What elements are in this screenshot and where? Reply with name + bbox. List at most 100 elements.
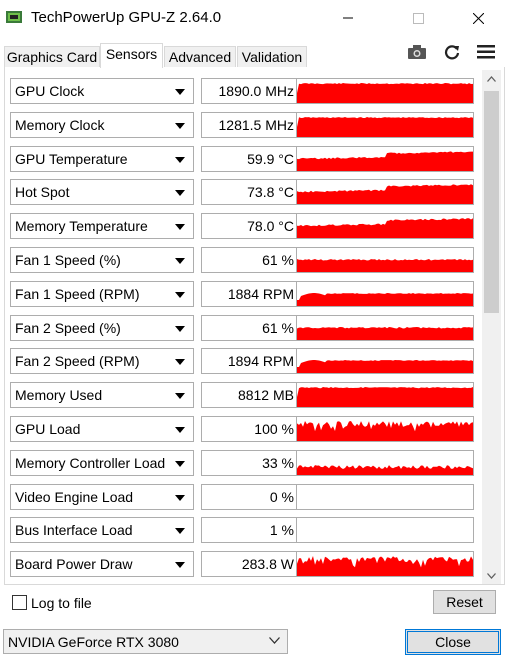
sensor-name: Bus Interface Load <box>15 522 133 539</box>
sensor-value: 1281.5 MHz <box>218 116 294 133</box>
sensor-graph[interactable] <box>296 213 474 240</box>
tab-label: Validation <box>241 49 303 65</box>
minimize-button[interactable] <box>325 0 371 36</box>
sensor-name-dropdown[interactable]: Fan 2 Speed (RPM) <box>10 348 194 375</box>
sensor-graph[interactable] <box>296 416 474 442</box>
screenshot-button[interactable] <box>406 42 428 62</box>
sensor-value: 33 % <box>262 454 294 471</box>
sensor-value-box: 0 % <box>201 483 299 510</box>
sensor-name-dropdown[interactable]: Fan 1 Speed (%) <box>10 247 194 273</box>
sensor-value-box: 33 % <box>201 449 299 476</box>
sensor-name: Memory Clock <box>15 116 105 133</box>
sensor-name-dropdown[interactable]: GPU Clock <box>10 78 194 104</box>
dropdown-arrow-icon <box>175 494 185 501</box>
sensor-name: GPU Load <box>15 421 81 437</box>
sensor-row: Memory Clock 1281.5 MHz <box>10 111 476 140</box>
sensor-value: 1 % <box>269 522 294 539</box>
reset-button[interactable]: Reset <box>433 590 496 614</box>
sensor-value-box: 73.8 °C <box>201 179 299 206</box>
sensor-scrollbar[interactable] <box>482 70 501 584</box>
maximize-button[interactable] <box>395 0 441 36</box>
sensor-row: Bus Interface Load 1 % <box>10 517 476 545</box>
dropdown-arrow-icon <box>175 562 185 569</box>
sensor-name-dropdown[interactable]: Fan 2 Speed (%) <box>10 314 194 341</box>
sensor-graph[interactable] <box>296 145 474 172</box>
sensor-graph-plot <box>297 184 473 205</box>
camera-icon <box>408 45 426 59</box>
scroll-up-button[interactable] <box>482 70 501 87</box>
sensor-name: Hot Spot <box>15 184 70 201</box>
sensor-name-dropdown[interactable]: Memory Temperature <box>10 213 194 240</box>
sensor-row: Hot Spot 73.8 °C <box>10 179 476 207</box>
sensor-graph[interactable] <box>296 348 474 375</box>
scroll-thumb[interactable] <box>484 91 499 313</box>
refresh-button[interactable] <box>441 42 463 62</box>
close-button[interactable]: Close <box>405 629 501 655</box>
gpu-select-value: NVIDIA GeForce RTX 3080 <box>8 634 179 650</box>
close-window-button[interactable] <box>455 0 501 36</box>
dropdown-arrow-icon <box>175 325 185 332</box>
dropdown-arrow-icon <box>175 393 185 400</box>
sensor-name: Memory Used <box>15 387 103 404</box>
sensor-graph[interactable] <box>296 382 474 409</box>
sensor-graph[interactable] <box>296 483 474 510</box>
sensor-row: GPU Clock 1890.0 MHz <box>10 78 476 106</box>
close-icon <box>472 12 484 24</box>
tab-graphics-card[interactable]: Graphics Card <box>4 46 100 67</box>
sensor-graph-plot <box>297 326 473 340</box>
sensor-name: Board Power Draw <box>15 556 133 573</box>
sensor-row: Memory Controller Load 33 % <box>10 449 476 478</box>
sensor-graph[interactable] <box>296 449 474 476</box>
sensor-name-dropdown[interactable]: Memory Controller Load <box>10 449 194 476</box>
sensor-graph-plot <box>297 218 473 239</box>
sensor-graph[interactable] <box>296 517 474 544</box>
log-to-file-checkbox[interactable] <box>12 595 27 610</box>
sensor-graph-area <box>297 218 473 239</box>
tab-advanced[interactable]: Advanced <box>164 46 236 67</box>
gpu-select[interactable]: NVIDIA GeForce RTX 3080 <box>3 629 288 654</box>
sensor-graph[interactable] <box>296 314 474 341</box>
sensor-row: GPU Load 100 % <box>10 416 476 444</box>
sensor-row: GPU Temperature 59.9 °C <box>10 145 476 174</box>
sensor-graph-plot <box>297 292 473 306</box>
sensor-graph-area <box>297 292 473 306</box>
maximize-icon <box>412 12 424 24</box>
sensor-value: 78.0 °C <box>247 218 294 235</box>
sensor-graph[interactable] <box>296 78 474 104</box>
tab-sensors[interactable]: Sensors <box>100 43 163 68</box>
sensor-name: Fan 1 Speed (%) <box>15 252 121 268</box>
window-title: TechPowerUp GPU-Z 2.64.0 <box>31 9 222 26</box>
sensor-name-dropdown[interactable]: GPU Load <box>10 416 194 442</box>
sensor-name-dropdown[interactable]: Board Power Draw <box>10 551 194 578</box>
sensor-value-box: 1281.5 MHz <box>201 111 299 138</box>
sensor-graph[interactable] <box>296 111 474 138</box>
dropdown-arrow-icon <box>175 89 185 95</box>
sensor-graph-area <box>297 326 473 340</box>
sensor-graph[interactable] <box>296 280 474 307</box>
scroll-down-button[interactable] <box>482 567 501 584</box>
sensor-name-dropdown[interactable]: Memory Clock <box>10 111 194 138</box>
sensor-value: 100 % <box>254 421 294 437</box>
sensor-value-box: 61 % <box>201 314 299 341</box>
sensor-name-dropdown[interactable]: Memory Used <box>10 382 194 409</box>
sensor-name-dropdown[interactable]: GPU Temperature <box>10 145 194 172</box>
tab-validation[interactable]: Validation <box>237 46 307 67</box>
sensor-name: Fan 2 Speed (RPM) <box>15 353 140 370</box>
sensor-graph[interactable] <box>296 179 474 206</box>
title-bar: TechPowerUp GPU-Z 2.64.0 <box>0 0 509 36</box>
sensor-graph-plot <box>297 464 473 475</box>
menu-button[interactable] <box>475 42 497 62</box>
dropdown-arrow-icon <box>175 156 185 163</box>
log-to-file-label: Log to file <box>31 595 92 611</box>
sensor-name-dropdown[interactable]: Fan 1 Speed (RPM) <box>10 280 194 307</box>
sensor-name-dropdown[interactable]: Bus Interface Load <box>10 517 194 544</box>
sensor-value: 61 % <box>262 252 294 268</box>
sensor-graph-area <box>297 556 473 577</box>
sensor-graph[interactable] <box>296 551 474 578</box>
sensor-graph[interactable] <box>296 247 474 273</box>
sensor-name-dropdown[interactable]: Video Engine Load <box>10 483 194 510</box>
sensor-value: 1884 RPM <box>227 285 294 302</box>
sensor-name-dropdown[interactable]: Hot Spot <box>10 179 194 206</box>
dropdown-arrow-icon <box>175 291 185 298</box>
menu-icon <box>477 45 495 59</box>
